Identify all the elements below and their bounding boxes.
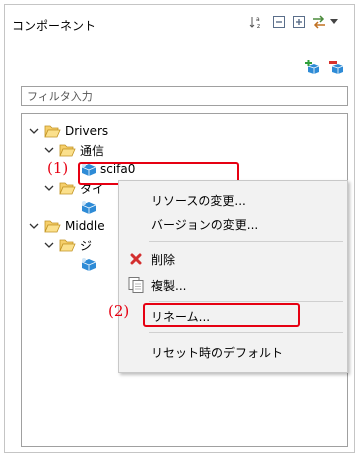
sort-az-icon[interactable]: a z bbox=[249, 14, 265, 30]
chevron-down-icon[interactable] bbox=[43, 239, 55, 251]
component-actions bbox=[5, 57, 354, 79]
svg-text:a: a bbox=[256, 16, 260, 23]
menu-item-delete[interactable]: 削除 bbox=[119, 248, 347, 270]
tree-node-drivers[interactable]: Drivers bbox=[28, 122, 108, 140]
chevron-down-icon[interactable] bbox=[43, 182, 55, 194]
tree-node-label: Middle bbox=[65, 219, 105, 233]
tree-node-timer-child[interactable] bbox=[80, 198, 100, 216]
menu-separator bbox=[149, 332, 343, 333]
filter-input[interactable] bbox=[21, 86, 348, 106]
tree-node-label: Drivers bbox=[65, 124, 109, 138]
annotation-step2-box bbox=[143, 303, 300, 327]
tree-node-ji-child[interactable] bbox=[80, 255, 100, 273]
component-icon bbox=[81, 201, 97, 214]
chevron-down-icon[interactable] bbox=[43, 144, 55, 156]
context-menu: リソースの変更... バージョンの変更... 削除 複製... リネーム... bbox=[118, 180, 348, 373]
collapse-all-icon[interactable] bbox=[271, 14, 287, 30]
remove-component-icon[interactable] bbox=[329, 60, 345, 79]
tree-node-label: 通信 bbox=[80, 143, 105, 158]
folder-open-icon bbox=[59, 182, 76, 194]
menu-item-change-version[interactable]: バージョンの変更... bbox=[119, 213, 347, 235]
add-component-icon[interactable] bbox=[305, 60, 321, 79]
expand-all-icon[interactable] bbox=[291, 14, 307, 30]
tree-node-middleware[interactable]: Middle bbox=[28, 217, 105, 235]
view-title: コンポーネント bbox=[12, 19, 97, 33]
copy-icon bbox=[127, 276, 145, 294]
folder-open-icon bbox=[59, 144, 76, 156]
view-menu-icon[interactable] bbox=[311, 14, 327, 30]
view-header: コンポーネント a z bbox=[5, 5, 354, 33]
delete-icon bbox=[127, 250, 145, 268]
dropdown-arrow-icon[interactable] bbox=[329, 14, 339, 30]
menu-separator bbox=[149, 301, 343, 302]
annotation-step1-label: (1) bbox=[47, 159, 69, 177]
tree-node-ji[interactable]: ジ bbox=[43, 236, 92, 254]
chevron-down-icon[interactable] bbox=[28, 125, 40, 137]
menu-item-duplicate[interactable]: 複製... bbox=[119, 274, 347, 296]
folder-open-icon bbox=[59, 239, 76, 251]
menu-item-reset-default[interactable]: リセット時のデフォルト bbox=[119, 341, 347, 363]
svg-text:z: z bbox=[257, 23, 260, 30]
menu-item-change-resource[interactable]: リソースの変更... bbox=[119, 189, 347, 211]
menu-separator bbox=[149, 241, 343, 242]
annotation-step2-label: (2) bbox=[108, 302, 130, 320]
folder-open-icon bbox=[44, 220, 61, 232]
folder-open-icon bbox=[44, 125, 61, 137]
chevron-down-icon[interactable] bbox=[28, 220, 40, 232]
component-icon bbox=[81, 258, 97, 271]
tree-node-label: ジ bbox=[80, 238, 93, 253]
tree-node-tsushin[interactable]: 通信 bbox=[43, 141, 104, 159]
